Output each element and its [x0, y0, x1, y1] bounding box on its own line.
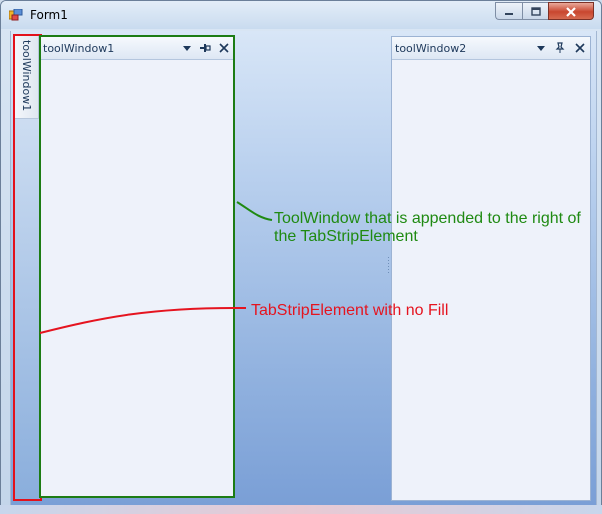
maximize-icon — [530, 7, 541, 16]
app-icon — [9, 9, 23, 21]
minimize-button[interactable] — [495, 2, 522, 20]
tool-window-1[interactable]: toolWindow1 — [39, 36, 235, 498]
tool-window-2-header[interactable]: toolWindow2 — [392, 37, 590, 60]
tab-toolwindow1[interactable]: toolWindow1 — [14, 35, 39, 119]
pin-icon[interactable] — [554, 42, 566, 54]
window-title: Form1 — [30, 8, 68, 22]
tool-window-2[interactable]: toolWindow2 — [391, 36, 591, 501]
dock-client-area: toolWindow1 toolWindow1 toolWindow2 — [10, 31, 597, 505]
annotation-toolwindow: ToolWindow that is appended to the right… — [274, 210, 581, 245]
splitter-grip[interactable] — [387, 257, 390, 273]
close-button[interactable] — [548, 2, 594, 20]
desktop-strip — [0, 505, 602, 514]
title-bar[interactable]: Form1 — [1, 1, 601, 29]
tool-window-1-title: toolWindow1 — [43, 42, 115, 55]
annotation-tabstrip: TabStripElement with no Fill — [251, 302, 449, 319]
form-window: Form1 toolWindow1 toolWindow1 toolWindow… — [0, 0, 602, 514]
pin-icon[interactable] — [199, 42, 211, 54]
maximize-button[interactable] — [522, 2, 548, 20]
chevron-down-icon[interactable] — [535, 42, 547, 54]
tab-label: toolWindow1 — [20, 40, 33, 112]
tool-window-1-header[interactable]: toolWindow1 — [40, 37, 234, 60]
close-icon — [566, 7, 576, 17]
tool-window-2-title: toolWindow2 — [395, 42, 467, 55]
chevron-down-icon[interactable] — [181, 42, 193, 54]
close-icon[interactable] — [218, 42, 230, 54]
tabstrip-element: toolWindow1 — [14, 35, 39, 500]
minimize-icon — [505, 13, 513, 15]
close-icon[interactable] — [574, 42, 586, 54]
